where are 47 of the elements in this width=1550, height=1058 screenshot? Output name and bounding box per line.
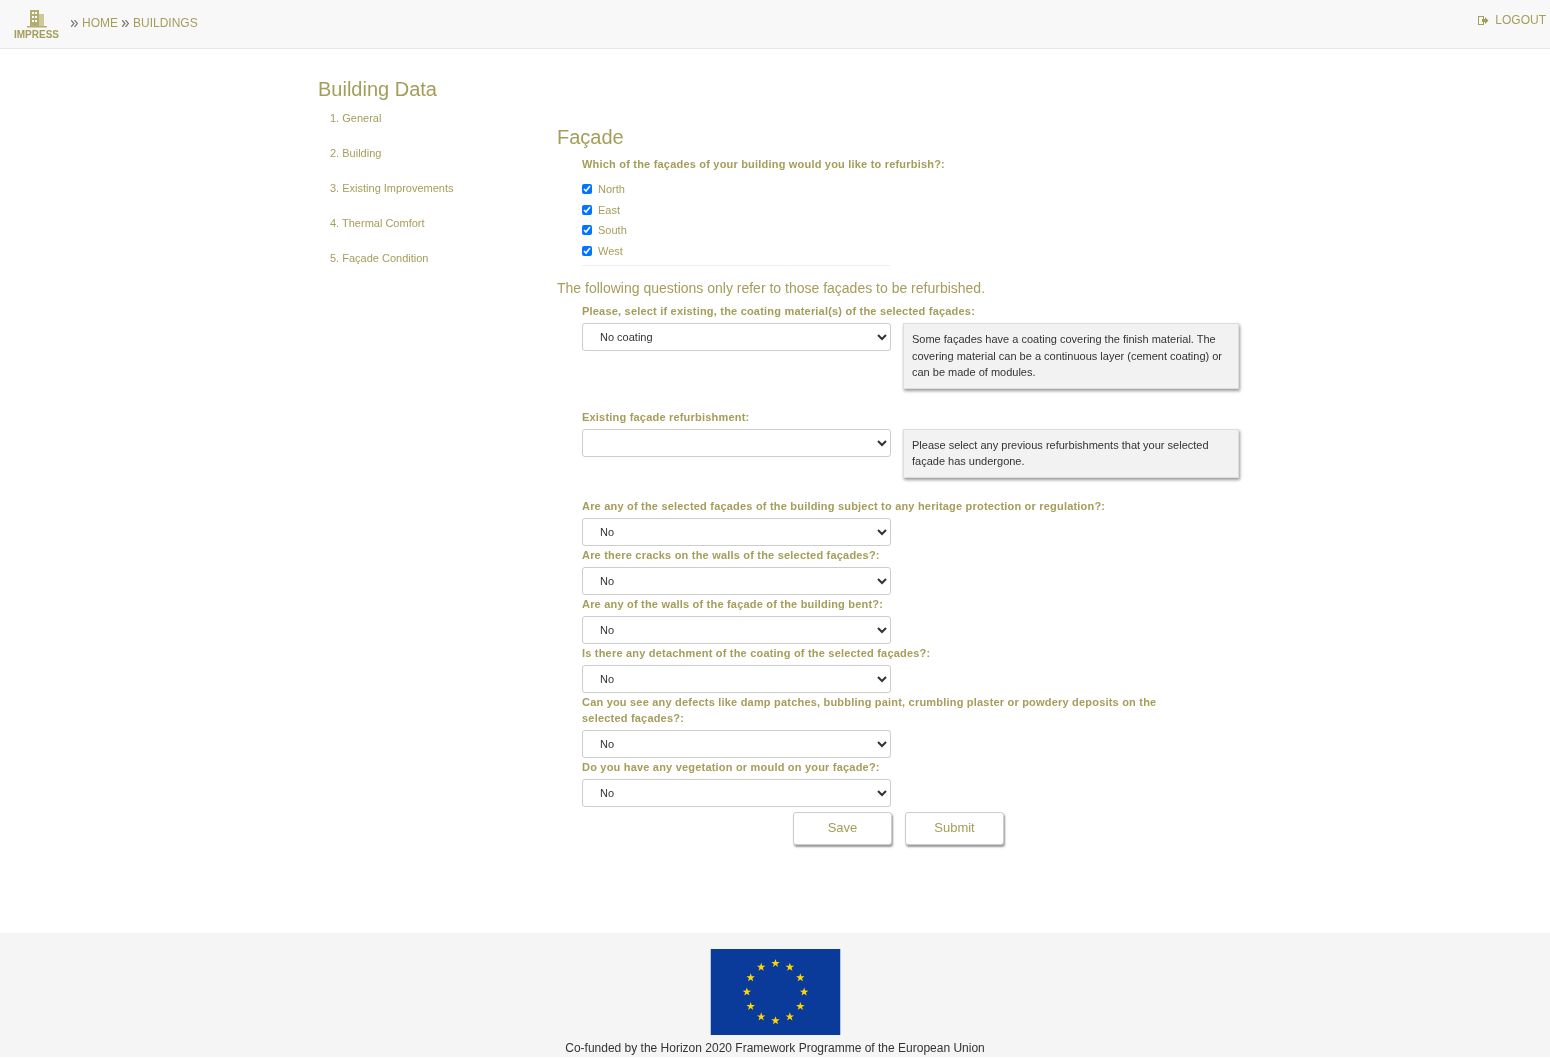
checkbox-label: South <box>598 223 627 238</box>
question-label: Existing façade refurbishment: <box>582 409 751 425</box>
section-title: Façade <box>557 125 625 149</box>
question-label: Do you have any vegetation or mould on your façade?: <box>582 759 881 775</box>
logout-link[interactable]: LOGOUT <box>1478 11 1546 29</box>
checkbox-label: North <box>598 182 625 197</box>
question-label: Which of the façades of your building would you like to refurbish?: <box>582 157 946 171</box>
help-text: Some façades have a coating covering the finish material. The covering material can be a continuous layer (cement coating) or can be made of modules. <box>903 323 1239 389</box>
logout-icon <box>1478 15 1490 25</box>
question-label: Can you see any defects like damp patches, bubbling paint, crumbling plaster or powdery deposits on the selected façades?: <box>582 694 1158 726</box>
question-label: Is there any detachment of the coating of the selected façades?: <box>582 645 932 661</box>
checkbox-label: West <box>598 243 623 259</box>
question-label: Please, select if existing, the coating material(s) of the selected façades: <box>582 304 976 319</box>
question-label: Are any of the selected façades of the building subject to any heritage protection or regulation?: <box>582 498 1107 514</box>
select-field[interactable]: No coating <box>582 323 891 351</box>
logo-text: IMPRESS <box>14 29 59 40</box>
checkbox[interactable] <box>582 245 592 256</box>
question-label: Are there cracks on the walls of the selected façades?: <box>582 547 881 563</box>
chevron-icon <box>122 19 129 27</box>
select-field[interactable]: No <box>582 566 891 595</box>
sidebar-item[interactable]: 4. Thermal Comfort <box>318 217 557 230</box>
select-field[interactable]: No <box>582 517 891 546</box>
help-text: Please select any previous refurbishments that your selected façade has undergone. <box>903 428 1239 478</box>
footer-text: Co-funded by the Horizon 2020 Framework Programme of the European Union <box>565 1040 985 1057</box>
form-button[interactable]: Submit <box>905 811 1004 845</box>
section-note: The following questions only refer to those façades to be refurbished. <box>557 280 987 297</box>
checkbox[interactable] <box>582 225 592 236</box>
sidebar-item[interactable]: 1. General <box>318 112 557 125</box>
checkbox[interactable] <box>582 184 592 195</box>
checkbox[interactable] <box>582 204 592 215</box>
sidebar-item[interactable]: 5. Façade Condition <box>318 252 557 265</box>
checkbox-label: East <box>598 202 620 218</box>
select-field[interactable]: No <box>582 664 891 693</box>
select-field[interactable] <box>582 428 891 457</box>
breadcrumb-link[interactable]: HOME <box>82 14 118 32</box>
building-icon <box>25 8 48 28</box>
sidebar-item[interactable]: 2. Building <box>318 147 557 160</box>
question-label: Are any of the walls of the façade of the building bent?: <box>582 596 885 612</box>
sidebar-item[interactable]: 3. Existing Improvements <box>318 182 557 195</box>
select-field[interactable]: No <box>582 729 891 758</box>
chevron-icon <box>71 19 78 27</box>
logo[interactable]: IMPRESS <box>14 8 59 40</box>
form-button[interactable]: Save <box>793 811 892 845</box>
sidebar-title: Building Data <box>318 77 438 101</box>
select-field[interactable]: No <box>582 778 891 807</box>
breadcrumb-link[interactable]: BUILDINGS <box>133 14 198 32</box>
select-field[interactable]: No <box>582 615 891 644</box>
